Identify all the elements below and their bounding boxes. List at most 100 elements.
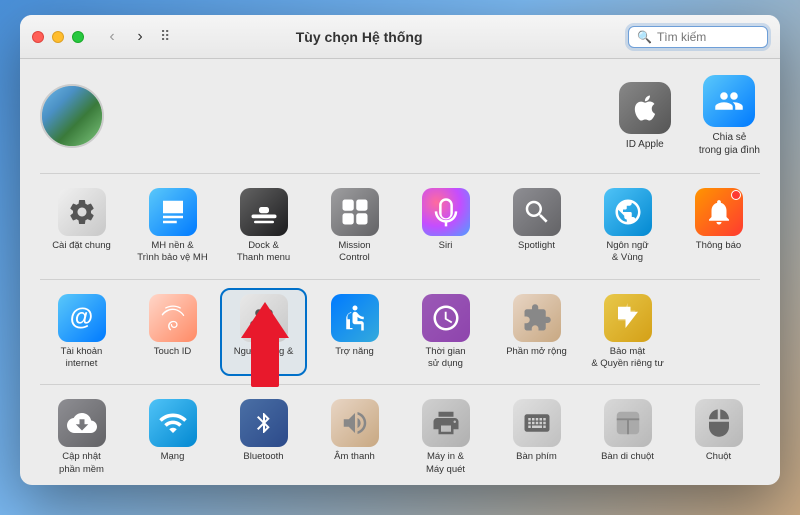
software-label: Cập nhậtphần mềm (59, 451, 104, 476)
divider-2 (40, 279, 760, 280)
sound-label: Âm thanh (334, 451, 375, 463)
touchid-icon (149, 294, 197, 342)
internet-label: Tài khoảninternet (61, 346, 103, 371)
apple-id-icon (619, 82, 671, 134)
nav-buttons: ‹ › (100, 25, 152, 49)
pref-sound[interactable]: Âm thanh (313, 395, 396, 480)
pref-extensions[interactable]: Phần mở rộng (495, 290, 578, 375)
pref-screentime[interactable]: Thời giansử dụng (404, 290, 487, 375)
bluetooth-icon (240, 399, 288, 447)
trackpad-label: Bàn di chuột (601, 451, 654, 463)
keyboard-label: Bàn phím (516, 451, 557, 463)
notifications-icon (695, 188, 743, 236)
pref-users[interactable]: Người dùng &Nhóm (222, 290, 305, 375)
screentime-icon (422, 294, 470, 342)
mission-label: MissionControl (338, 240, 370, 265)
family-label: Chia sẻtrong gia đình (699, 131, 760, 157)
mouse-label: Chuột (706, 451, 731, 463)
pref-mission[interactable]: MissionControl (313, 184, 396, 269)
users-icon (240, 294, 288, 342)
prefs-row-3: Cập nhậtphần mềm Mạng (40, 395, 760, 480)
dock-label: Dock &Thanh menu (237, 240, 290, 265)
family-icon (703, 75, 755, 127)
extensions-label: Phần mở rộng (506, 346, 567, 358)
desktop-icon (149, 188, 197, 236)
pref-language[interactable]: Ngôn ngữ& Vùng (586, 184, 669, 269)
family-section[interactable]: Chia sẻtrong gia đình (699, 75, 760, 157)
divider-3 (40, 384, 760, 385)
pref-dock[interactable]: Dock &Thanh menu (222, 184, 305, 269)
content-area: ID Apple Chia sẻtrong gia đình (20, 59, 780, 485)
pref-trackpad[interactable]: Bàn di chuột (586, 395, 669, 480)
pref-software[interactable]: Cập nhậtphần mềm (40, 395, 123, 480)
keyboard-icon (513, 399, 561, 447)
accessibility-icon (331, 294, 379, 342)
pref-bluetooth[interactable]: Bluetooth (222, 395, 305, 480)
language-icon (604, 188, 652, 236)
mission-icon (331, 188, 379, 236)
screentime-label: Thời giansử dụng (425, 346, 465, 371)
mouse-icon (695, 399, 743, 447)
pref-network[interactable]: Mạng (131, 395, 214, 480)
forward-button[interactable]: › (128, 25, 152, 49)
pref-siri[interactable]: Siri (404, 184, 487, 269)
pref-spotlight[interactable]: Spotlight (495, 184, 578, 269)
back-button[interactable]: ‹ (100, 25, 124, 49)
pref-general[interactable]: Cài đặt chung (40, 184, 123, 269)
pref-accessibility[interactable]: Trợ năng (313, 290, 396, 375)
divider-1 (40, 173, 760, 174)
pref-internet[interactable]: @ Tài khoảninternet (40, 290, 123, 375)
siri-icon (422, 188, 470, 236)
titlebar: ‹ › ⠿ Tùy chọn Hệ thống 🔍 (20, 15, 780, 59)
notifications-label: Thông báo (696, 240, 741, 252)
siri-label: Siri (439, 240, 453, 252)
traffic-lights (32, 31, 84, 43)
user-avatar[interactable] (40, 84, 104, 148)
search-box[interactable]: 🔍 (628, 26, 768, 48)
pref-touchid[interactable]: Touch ID (131, 290, 214, 375)
search-icon: 🔍 (637, 30, 652, 44)
grid-view-button[interactable]: ⠿ (160, 28, 170, 45)
pref-desktop[interactable]: MH nền &Trình bảo vệ MH (131, 184, 214, 269)
pref-printers[interactable]: Máy in &Máy quét (404, 395, 487, 480)
touchid-label: Touch ID (154, 346, 192, 358)
extensions-icon (513, 294, 561, 342)
system-preferences-window: ‹ › ⠿ Tùy chọn Hệ thống 🔍 ID App (20, 15, 780, 485)
bluetooth-label: Bluetooth (243, 451, 283, 463)
spotlight-icon (513, 188, 561, 236)
desktop-label: MH nền &Trình bảo vệ MH (137, 240, 207, 265)
apple-id-section[interactable]: ID Apple (619, 82, 671, 151)
pref-security[interactable]: Bảo mật& Quyền riêng tư (586, 290, 669, 375)
accessibility-label: Trợ năng (335, 346, 374, 358)
internet-icon: @ (58, 294, 106, 342)
software-icon (58, 399, 106, 447)
language-label: Ngôn ngữ& Vùng (606, 240, 648, 265)
window-title: Tùy chọn Hệ thống (170, 29, 548, 45)
printers-label: Máy in &Máy quét (426, 451, 465, 476)
pref-notifications[interactable]: Thông báo (677, 184, 760, 269)
close-button[interactable] (32, 31, 44, 43)
apple-id-label: ID Apple (626, 138, 664, 151)
sound-icon (331, 399, 379, 447)
trackpad-icon (604, 399, 652, 447)
pref-mouse[interactable]: Chuột (677, 395, 760, 480)
dock-icon (240, 188, 288, 236)
minimize-button[interactable] (52, 31, 64, 43)
spotlight-label: Spotlight (518, 240, 555, 252)
pref-empty-1 (677, 290, 760, 375)
maximize-button[interactable] (72, 31, 84, 43)
top-profile-row: ID Apple Chia sẻtrong gia đình (40, 75, 760, 157)
avatar-image (42, 86, 102, 146)
search-input[interactable] (657, 30, 759, 44)
general-label: Cài đặt chung (52, 240, 111, 252)
prefs-grid-wrapper: Cài đặt chung MH nền &Trình bảo vệ MH (40, 184, 760, 485)
pref-keyboard[interactable]: Bàn phím (495, 395, 578, 480)
users-label: Người dùng &Nhóm (234, 346, 294, 371)
prefs-row-1: Cài đặt chung MH nền &Trình bảo vệ MH (40, 184, 760, 269)
network-label: Mạng (161, 451, 185, 463)
security-label: Bảo mật& Quyền riêng tư (591, 346, 663, 371)
network-icon (149, 399, 197, 447)
prefs-row-2: @ Tài khoảninternet Touch ID (40, 290, 760, 375)
general-icon (58, 188, 106, 236)
printers-icon (422, 399, 470, 447)
